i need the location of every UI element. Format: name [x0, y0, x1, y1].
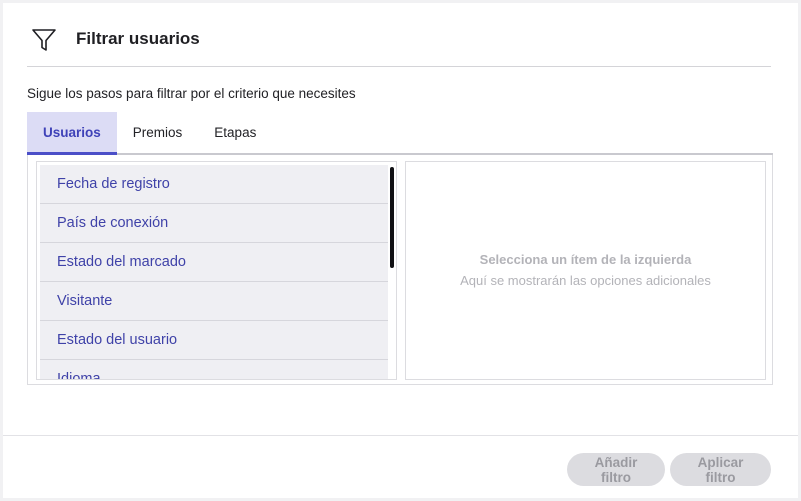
add-filter-button[interactable]: Añadir filtro — [567, 453, 665, 486]
tab-premios[interactable]: Premios — [117, 112, 199, 153]
empty-state-title: Selecciona un ítem de la izquierda — [479, 252, 692, 267]
modal-footer: Añadir filtro Aplicar filtro — [3, 435, 798, 498]
filter-icon — [32, 29, 56, 51]
filter-tabs: Usuarios Premios Etapas — [27, 112, 773, 155]
tab-etapas[interactable]: Etapas — [198, 112, 272, 153]
scrollbar-thumb[interactable] — [390, 167, 394, 268]
modal-title: Filtrar usuarios — [76, 29, 200, 48]
criteria-list: Fecha de registro País de conexión Estad… — [40, 165, 388, 379]
modal-header: Filtrar usuarios — [27, 25, 771, 67]
tab-usuarios[interactable]: Usuarios — [27, 112, 117, 155]
filter-modal: Filtrar usuarios Sigue los pasos para fi… — [3, 3, 798, 498]
list-item-fecha-registro[interactable]: Fecha de registro — [40, 165, 388, 204]
filter-panel: Fecha de registro País de conexión Estad… — [27, 155, 773, 385]
empty-state-description: Aquí se mostrarán las opciones adicional… — [460, 273, 711, 288]
list-item-visitante[interactable]: Visitante — [40, 282, 388, 321]
detail-panel: Selecciona un ítem de la izquierda Aquí … — [405, 161, 766, 380]
list-item-estado-marcado[interactable]: Estado del marcado — [40, 243, 388, 282]
apply-filter-button[interactable]: Aplicar filtro — [670, 453, 771, 486]
list-item-estado-usuario[interactable]: Estado del usuario — [40, 321, 388, 360]
list-item-idioma[interactable]: Idioma — [40, 360, 388, 379]
criteria-list-container: Fecha de registro País de conexión Estad… — [36, 161, 397, 380]
list-scrollbar[interactable] — [390, 165, 394, 378]
modal-subtitle: Sigue los pasos para filtrar por el crit… — [27, 86, 356, 101]
list-item-pais-conexion[interactable]: País de conexión — [40, 204, 388, 243]
